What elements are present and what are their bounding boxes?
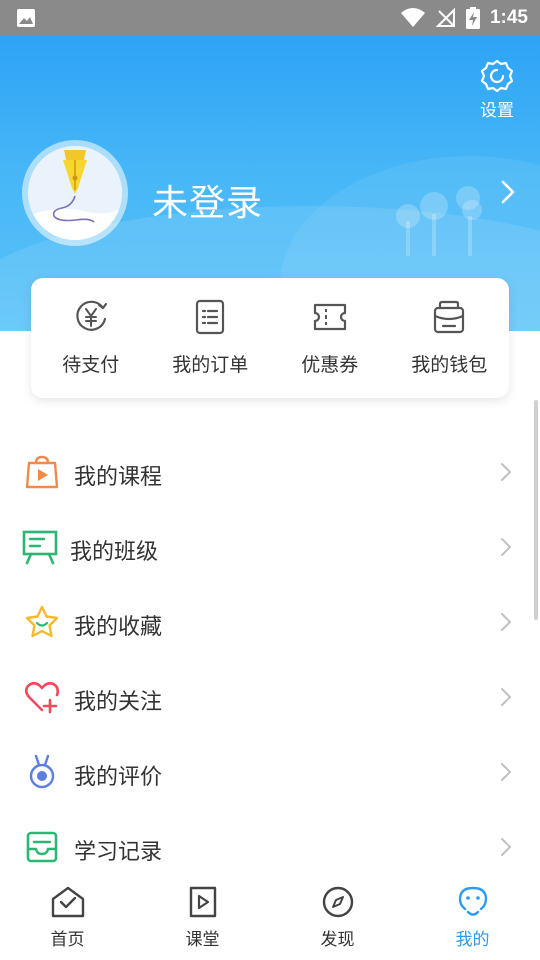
menu-item-label: 我的课程: [74, 465, 163, 490]
pen-nib-avatar-icon: [28, 146, 122, 240]
chevron-right-icon: [501, 613, 511, 631]
nav-label: 首页: [50, 930, 85, 950]
clock-time: 1:45: [489, 7, 528, 28]
course-bag-icon: [25, 455, 59, 489]
quick-action-label: 优惠券: [301, 354, 359, 376]
chevron-right-icon: [501, 838, 511, 856]
menu-item-label: 我的收藏: [74, 615, 163, 640]
quick-action-my-wallet[interactable]: 我的钱包: [390, 278, 510, 398]
medal-icon: [29, 754, 55, 789]
background-trees-decoration: [396, 186, 482, 256]
record-inbox-icon: [26, 831, 58, 863]
chevron-right-icon: [501, 688, 511, 706]
menu-item-label: 我的评价: [74, 765, 163, 790]
avatar[interactable]: [22, 140, 128, 246]
class-board-icon: [22, 530, 58, 565]
nav-label: 课堂: [185, 930, 220, 950]
nav-label: 发现: [320, 930, 355, 950]
chevron-right-icon: [501, 538, 511, 556]
star-icon: [25, 605, 59, 638]
status-icons: 1:45: [400, 6, 528, 30]
menu-list: 我的课程 我的班级 我的收藏 我的关注 我的评价 学习记录: [0, 435, 540, 885]
status-bar: 1:45: [0, 0, 540, 36]
menu-item-study-records[interactable]: 学习记录: [0, 810, 540, 885]
nav-tab-classroom[interactable]: 课堂: [135, 875, 270, 960]
nav-tab-home[interactable]: 首页: [0, 875, 135, 960]
quick-action-coupons[interactable]: 优惠券: [270, 278, 390, 398]
classroom-play-icon: [189, 886, 216, 918]
settings-label: 设置: [480, 101, 514, 121]
chevron-right-icon: [501, 763, 511, 781]
wifi-icon: [400, 8, 425, 27]
battery-charging-icon: [465, 7, 480, 29]
scrollbar[interactable]: [534, 400, 538, 620]
bottom-navigation: 首页 课堂 发现 我的: [0, 875, 540, 960]
coupon-icon: [313, 303, 346, 331]
quick-action-label: 待支付: [62, 354, 120, 376]
profile-face-icon: [458, 886, 487, 916]
home-icon: [51, 886, 84, 918]
settings-button[interactable]: 设置: [472, 58, 522, 121]
menu-item-my-favorites[interactable]: 我的收藏: [0, 585, 540, 660]
quick-action-pending-payment[interactable]: 待支付: [31, 278, 151, 398]
compass-icon: [322, 886, 353, 918]
login-status-text[interactable]: 未登录: [152, 174, 263, 226]
nav-tab-discover[interactable]: 发现: [270, 875, 405, 960]
nav-tab-mine[interactable]: 我的: [405, 875, 540, 960]
heart-plus-icon: [24, 681, 60, 714]
image-icon: [17, 9, 35, 27]
menu-item-my-reviews[interactable]: 我的评价: [0, 735, 540, 810]
menu-item-label: 我的关注: [74, 690, 163, 715]
menu-item-label: 我的班级: [70, 540, 159, 565]
yen-refresh-icon: [76, 300, 107, 331]
quick-action-label: 我的订单: [172, 354, 249, 376]
menu-item-my-classes[interactable]: 我的班级: [0, 510, 540, 585]
order-list-icon: [196, 299, 225, 335]
menu-item-my-courses[interactable]: 我的课程: [0, 435, 540, 510]
quick-action-my-orders[interactable]: 我的订单: [151, 278, 271, 398]
gear-icon: [480, 59, 514, 93]
quick-action-label: 我的钱包: [411, 354, 488, 376]
nav-label: 我的: [455, 930, 490, 950]
no-signal-icon: [435, 8, 455, 27]
menu-item-label: 学习记录: [74, 840, 163, 865]
wallet-icon: [434, 300, 465, 334]
chevron-right-icon[interactable]: [500, 179, 516, 205]
chevron-right-icon: [501, 463, 511, 481]
quick-actions-card: 待支付 我的订单 优惠券 我的钱包: [31, 278, 509, 398]
menu-item-my-follows[interactable]: 我的关注: [0, 660, 540, 735]
